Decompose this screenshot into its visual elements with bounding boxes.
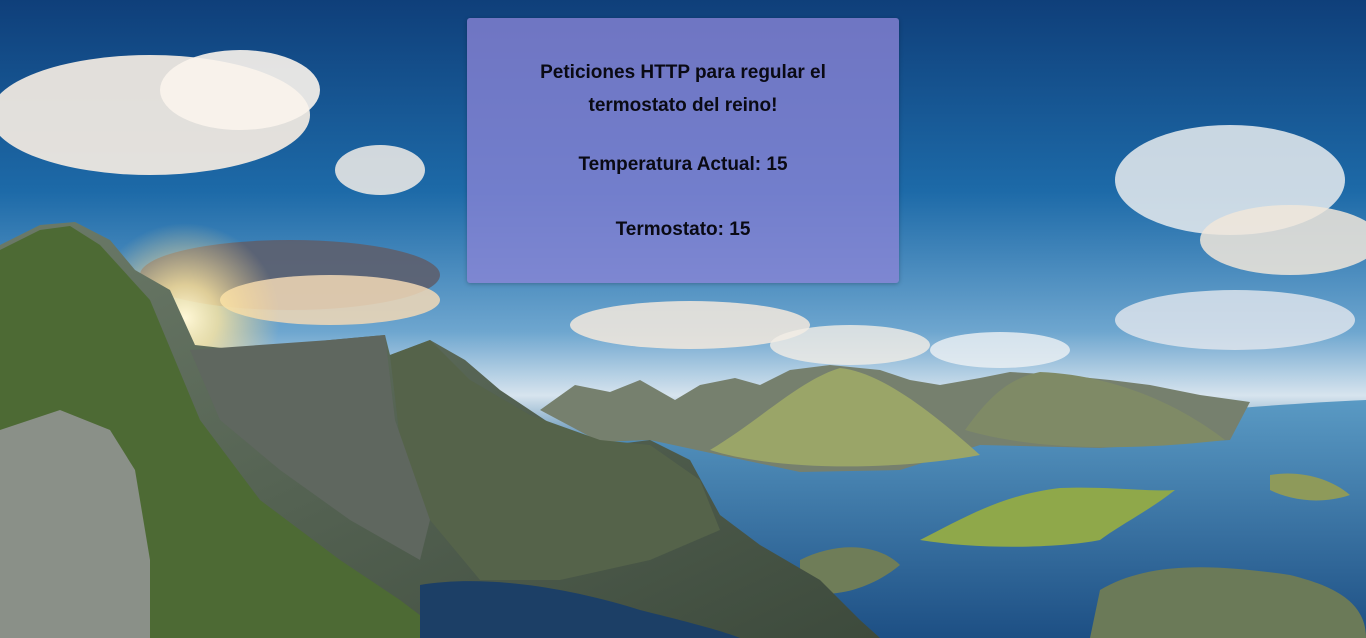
thermostat-panel: Peticiones HTTP para regular el termosta… — [467, 18, 899, 283]
current-temperature-label: Temperatura Actual: — [578, 154, 762, 175]
current-temperature-value: 15 — [766, 154, 788, 175]
thermostat-label: Termostato: — [615, 219, 724, 240]
thermostat-setting: Termostato: 15 — [467, 218, 899, 242]
page-background: Peticiones HTTP para regular el termosta… — [0, 0, 1366, 638]
panel-title: Peticiones HTTP para regular el termosta… — [540, 62, 826, 116]
current-temperature: Temperatura Actual: 15 — [467, 153, 899, 177]
thermostat-value: 15 — [729, 219, 751, 240]
